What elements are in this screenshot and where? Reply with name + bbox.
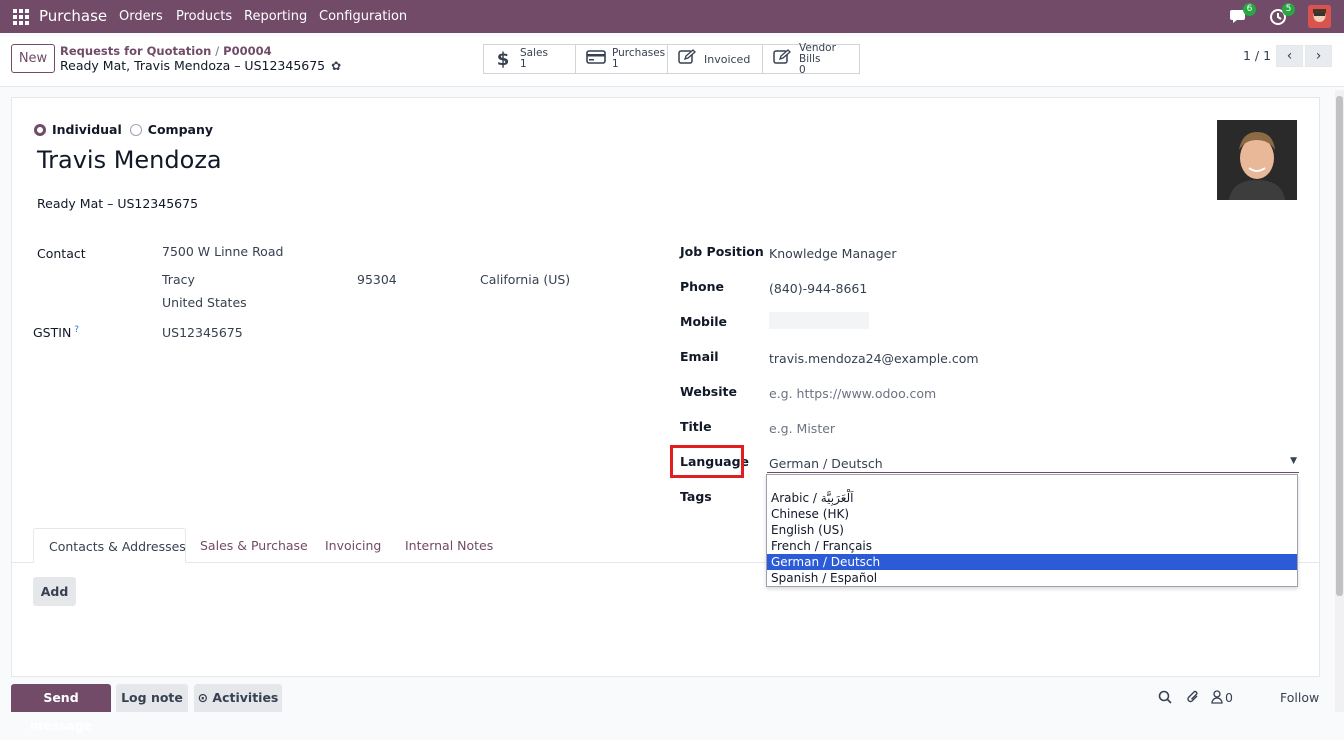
radio-individual[interactable] <box>34 123 46 136</box>
language-select[interactable]: German / Deutsch ▼ <box>767 456 1299 473</box>
language-option[interactable]: English (US) <box>767 522 1297 538</box>
pager-previous-button[interactable]: ‹ <box>1276 45 1303 67</box>
control-panel: New Requests for Quotation / P00004 Ready … <box>0 37 1344 87</box>
activities-label: Activities <box>212 690 279 705</box>
tab-sales-purchase[interactable]: Sales & Purchase <box>185 528 323 563</box>
language-label-highlight <box>670 445 744 478</box>
pager-value[interactable]: 1 / 1 <box>1243 48 1271 63</box>
followers-count: 0 <box>1225 690 1233 705</box>
main-navbar: Purchase Orders Products Reporting Confi… <box>0 0 1344 33</box>
record-title-text: Ready Mat, Travis Mendoza – US12345675 <box>60 58 326 73</box>
phone-field[interactable]: (840)-944-8661 <box>769 281 867 296</box>
pager-next-button[interactable]: › <box>1305 45 1332 67</box>
user-avatar[interactable] <box>1308 5 1331 28</box>
email-field[interactable]: travis.mendoza24@example.com <box>769 351 979 366</box>
language-option[interactable]: Chinese (HK) <box>767 506 1297 522</box>
activity-badge: 5 <box>1282 3 1295 16</box>
city-field[interactable]: Tracy <box>162 272 195 287</box>
smart-vendor-bills-count: 0 <box>799 63 806 76</box>
clock-icon: ⊙ <box>197 690 213 705</box>
page-scrollbar[interactable] <box>1335 90 1344 712</box>
edit-icon <box>678 49 696 69</box>
language-dropdown-list: Arabic / اَلْعَرَبِيَّة Chinese (HK) Eng… <box>766 474 1298 587</box>
radio-individual-label[interactable]: Individual <box>52 122 122 137</box>
gstin-label: GSTIN? <box>33 325 79 340</box>
menu-configuration[interactable]: Configuration <box>319 9 407 24</box>
tab-invoicing[interactable]: Invoicing <box>310 528 396 563</box>
language-option[interactable]: Arabic / اَلْعَرَبِيَّة <box>767 490 1297 506</box>
new-button[interactable]: New <box>11 44 55 73</box>
job-position-label: Job Position <box>680 244 764 259</box>
tab-contacts-addresses[interactable]: Contacts & Addresses <box>33 528 186 563</box>
smart-button-vendor-bills[interactable]: Vendor Bills 0 <box>762 41 860 76</box>
edit-icon <box>773 49 791 69</box>
company-type-radio: Individual Company <box>34 122 213 137</box>
gstin-field[interactable]: US12345675 <box>162 325 243 340</box>
language-option-selected[interactable]: German / Deutsch <box>767 554 1297 570</box>
log-note-button[interactable]: Log note <box>116 684 188 712</box>
partner-photo[interactable] <box>1217 120 1297 200</box>
help-icon[interactable]: ? <box>74 325 79 335</box>
language-option[interactable]: French / Français <box>767 538 1297 554</box>
followers-icon[interactable]: 0 <box>1211 690 1233 708</box>
search-icon[interactable] <box>1158 690 1172 708</box>
parent-company-field[interactable]: Ready Mat – US12345675 <box>37 196 198 211</box>
language-selected-value: German / Deutsch <box>769 456 883 471</box>
menu-reporting[interactable]: Reporting <box>244 9 307 24</box>
chatter-bar: Send message Log note ⊙ Activities 0 Fol… <box>0 684 1344 733</box>
breadcrumb: Requests for Quotation / P00004 <box>60 44 272 58</box>
smart-sales-count: 1 <box>520 58 527 70</box>
state-field[interactable]: California (US) <box>480 272 570 287</box>
partner-name-field[interactable]: Travis Mendoza <box>37 146 222 174</box>
radio-company-label[interactable]: Company <box>148 122 213 137</box>
apps-menu-icon[interactable] <box>13 9 29 25</box>
activities-button[interactable]: ⊙ Activities <box>194 684 282 712</box>
street-field[interactable]: 7500 W Linne Road <box>162 244 283 259</box>
credit-card-icon <box>586 49 606 69</box>
form-sheet: Individual Company Travis Mendoza Ready … <box>11 97 1320 677</box>
language-option[interactable]: Spanish / Español <box>767 570 1297 586</box>
chat-badge: 6 <box>1243 3 1256 16</box>
follow-button[interactable]: Follow <box>1280 690 1319 705</box>
gear-icon[interactable]: ✿ <box>331 59 341 73</box>
breadcrumb-separator: / <box>215 44 220 58</box>
smart-vendor-bills-label: Vendor Bills <box>799 41 836 65</box>
tags-label: Tags <box>680 489 712 504</box>
mobile-field[interactable] <box>769 312 869 329</box>
menu-orders[interactable]: Orders <box>119 9 163 24</box>
website-label: Website <box>680 384 737 399</box>
gstin-label-text: GSTIN <box>33 325 72 341</box>
email-label: Email <box>680 349 719 364</box>
menu-products[interactable]: Products <box>176 9 232 24</box>
add-contact-button[interactable]: Add <box>33 577 76 606</box>
phone-label: Phone <box>680 279 725 294</box>
breadcrumb-record-link[interactable]: P00004 <box>223 44 271 58</box>
radio-company[interactable] <box>129 123 142 136</box>
dollar-icon: $ <box>496 48 510 70</box>
breadcrumb-rfq-link[interactable]: Requests for Quotation <box>60 44 211 58</box>
smart-button-invoiced[interactable]: Invoiced <box>667 44 763 74</box>
contact-label: Contact <box>37 246 86 261</box>
record-title: Ready Mat, Travis Mendoza – US12345675 ✿ <box>60 58 341 73</box>
tab-internal-notes[interactable]: Internal Notes <box>390 528 508 563</box>
app-brand[interactable]: Purchase <box>39 7 107 25</box>
paperclip-icon[interactable] <box>1186 690 1200 708</box>
smart-purchases-label: Purchases <box>612 47 666 59</box>
smart-button-purchases[interactable]: Purchases 1 <box>575 44 668 74</box>
smart-invoiced-label: Invoiced <box>704 52 751 66</box>
smart-button-sales[interactable]: $ Sales 1 <box>483 44 576 74</box>
title-field[interactable]: e.g. Mister <box>769 421 835 436</box>
scrollbar-thumb[interactable] <box>1336 96 1343 596</box>
zip-field[interactable]: 95304 <box>357 272 397 287</box>
title-label: Title <box>680 419 712 434</box>
country-field[interactable]: United States <box>162 295 247 310</box>
job-position-field[interactable]: Knowledge Manager <box>769 246 896 261</box>
send-message-button[interactable]: Send message <box>11 684 111 733</box>
caret-down-icon: ▼ <box>1290 456 1297 466</box>
mobile-label: Mobile <box>680 314 728 329</box>
smart-purchases-count: 1 <box>612 58 619 70</box>
website-field[interactable]: e.g. https://www.odoo.com <box>769 386 936 401</box>
